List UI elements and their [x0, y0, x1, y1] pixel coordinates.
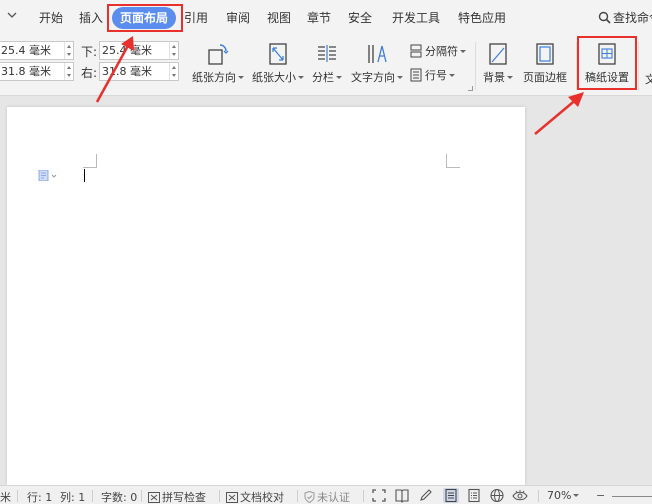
- zoom-out-button[interactable]: −: [596, 489, 605, 502]
- web-view-icon[interactable]: [489, 488, 505, 503]
- certification-status[interactable]: 未认证: [304, 489, 350, 504]
- spell-check-icon: [148, 492, 160, 503]
- pen-icon[interactable]: [418, 488, 434, 503]
- spell-check-button[interactable]: 拼写检查: [148, 489, 206, 504]
- spell-check-label: 拼写检查: [162, 491, 206, 504]
- reading-mode-icon[interactable]: [394, 488, 410, 503]
- page-view-icon[interactable]: [443, 488, 459, 503]
- status-word-count[interactable]: 字数: 0: [101, 489, 137, 504]
- zoom-level: 70%: [547, 489, 572, 502]
- outline-view-icon[interactable]: [466, 488, 482, 503]
- annotation-arrows: [95, 36, 584, 135]
- status-column: 列: 1: [60, 491, 86, 504]
- fullscreen-icon[interactable]: [371, 488, 387, 503]
- status-row: 行: 1: [27, 491, 53, 504]
- status-bar: 米 行: 1 列: 1 字数: 0 拼写检查 文档校对 未认证 70% −: [0, 485, 652, 504]
- proofread-label: 文档校对: [240, 491, 284, 504]
- document-proofread-button[interactable]: 文档校对: [226, 489, 284, 504]
- eye-protection-icon[interactable]: [512, 488, 528, 503]
- proofread-icon: [226, 492, 238, 503]
- certification-label: 未认证: [317, 491, 350, 504]
- zoom-slider[interactable]: [612, 496, 652, 497]
- shield-icon: [304, 490, 315, 504]
- status-unit: 米: [0, 491, 11, 504]
- zoom-level-button[interactable]: 70%: [547, 489, 580, 502]
